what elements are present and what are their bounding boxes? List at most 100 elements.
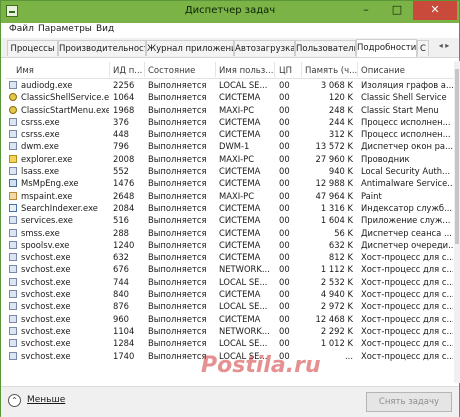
table-row[interactable]: ClassicShellService.exe 1064 Выполняется СИ…: [6, 91, 454, 103]
process-pid: 840: [113, 289, 129, 300]
column-divider[interactable]: [301, 62, 302, 77]
minimize-button[interactable]: –: [351, 1, 381, 20]
table-row[interactable]: svchost.exe 1284 Выполняется LOCAL SE... 00 1…: [6, 337, 454, 349]
process-memory: 3 068 K: [320, 80, 353, 90]
process-pid: 632: [113, 252, 129, 263]
process-user: СИСТЕМА: [219, 129, 261, 140]
process-pid: 288: [113, 227, 129, 238]
table-row[interactable]: svchost.exe 1104 Выполняется NETWORK... 00 2 …: [6, 325, 454, 337]
fewer-details-link[interactable]: Меньше: [27, 395, 65, 405]
process-status: Выполняется: [148, 239, 207, 250]
process-name: svchost.exe: [21, 252, 71, 263]
process-description: Хост-процесс для с...: [361, 264, 453, 275]
table-row[interactable]: lsass.exe 552 Выполняется СИСТЕМА 00 940 K Loc…: [6, 165, 454, 177]
menu-file[interactable]: Файл: [9, 24, 34, 34]
tab-performance[interactable]: Производительность: [58, 40, 146, 56]
process-rows: audiodg.exe 2256 Выполняется LOCAL SE... 00 3…: [6, 79, 454, 362]
titlebar[interactable]: Диспетчер задач – □ ✕: [1, 1, 459, 23]
column-header-description[interactable]: Описание: [361, 66, 451, 76]
process-name: svchost.exe: [21, 301, 71, 312]
process-user: LOCAL SE...: [219, 80, 268, 90]
tab-scroll-arrows[interactable]: ◂ ▸: [429, 41, 459, 55]
table-row[interactable]: spoolsv.exe 1240 Выполняется СИСТЕМА 00 632 K…: [6, 239, 454, 251]
process-memory: 1 604 K: [320, 215, 353, 226]
table-row[interactable]: dwm.exe 796 Выполняется DWM-1 00 13 572 K Дисп…: [6, 140, 454, 152]
process-cpu: 00: [279, 104, 290, 115]
table-row[interactable]: svchost.exe 632 Выполняется СИСТЕМА 00 812 K Х…: [6, 251, 454, 263]
vertical-scrollbar[interactable]: [454, 61, 460, 383]
task-manager-window: Диспетчер задач – □ ✕ Файл Параметры Вид…: [0, 0, 460, 417]
process-cpu: 00: [279, 129, 290, 140]
process-user: LOCAL SE...: [219, 338, 268, 349]
tab-strip: Процессы Производительность Журнал прило…: [1, 38, 459, 58]
process-cpu: 00: [279, 239, 290, 250]
generic-icon: [9, 167, 17, 176]
process-description: Хост-процесс для с...: [361, 252, 453, 263]
column-divider[interactable]: [144, 62, 145, 77]
process-name: svchost.exe: [21, 289, 71, 300]
table-row[interactable]: svchost.exe 744 Выполняется LOCAL SE... 00 2 …: [6, 276, 454, 288]
tab-services[interactable]: С: [417, 40, 429, 56]
fewer-details-icon[interactable]: ⌃: [8, 394, 21, 407]
process-user: LOCAL SE...: [219, 301, 268, 312]
column-divider[interactable]: [274, 62, 275, 77]
process-user: СИСТЕМА: [219, 252, 261, 263]
table-row[interactable]: SearchIndexer.exe 2084 Выполняется СИСТЕМА 0…: [6, 202, 454, 214]
process-description: Диспетчер очереди...: [361, 239, 453, 250]
column-header-user[interactable]: Имя польз...: [219, 66, 273, 76]
process-description: Хост-процесс для с...: [361, 313, 453, 324]
table-row[interactable]: MsMpEng.exe 1476 Выполняется СИСТЕМА 00 12 98…: [6, 177, 454, 189]
tab-startup[interactable]: Автозагрузка: [234, 40, 295, 56]
process-name: svchost.exe: [21, 338, 71, 349]
column-header-pid[interactable]: ИД п...: [113, 66, 143, 76]
table-row[interactable]: smss.exe 288 Выполняется СИСТЕМА 00 56 K Диспе…: [6, 227, 454, 239]
menu-view[interactable]: Вид: [96, 24, 114, 34]
process-description: Paint: [361, 190, 382, 201]
tab-processes[interactable]: Процессы: [7, 40, 58, 56]
tab-users[interactable]: Пользователи: [295, 40, 356, 56]
table-row[interactable]: svchost.exe 960 Выполняется СИСТЕМА 00 12 468…: [6, 313, 454, 325]
end-task-button[interactable]: Снять задачу: [366, 392, 452, 412]
process-status: Выполняется: [148, 104, 207, 115]
process-name: mspaint.exe: [21, 190, 73, 201]
column-header-cpu[interactable]: ЦП: [279, 66, 299, 76]
generic-icon: [9, 240, 17, 249]
close-button[interactable]: ✕: [413, 1, 457, 20]
column-header-name[interactable]: Имя: [16, 66, 106, 76]
tab-details[interactable]: Подробности: [356, 39, 417, 57]
process-name: svchost.exe: [21, 325, 71, 336]
table-row[interactable]: services.exe 516 Выполняется СИСТЕМА 00 1 604…: [6, 214, 454, 226]
table-row[interactable]: svchost.exe 876 Выполняется LOCAL SE... 00 2 …: [6, 300, 454, 312]
column-header-memory[interactable]: Память (ч...: [305, 66, 357, 76]
table-row[interactable]: explorer.exe 2008 Выполняется MAXI-PC 00 27 9…: [6, 153, 454, 165]
generic-icon: [9, 265, 17, 274]
generic-icon: [9, 339, 17, 348]
table-row[interactable]: audiodg.exe 2256 Выполняется LOCAL SE... 00 3…: [6, 79, 454, 91]
column-header-status[interactable]: Состояние: [148, 66, 214, 76]
maximize-button[interactable]: □: [382, 1, 412, 20]
search-icon: [9, 203, 17, 212]
column-divider[interactable]: [215, 62, 216, 77]
column-divider[interactable]: [357, 62, 358, 77]
table-row[interactable]: ClassicStartMenu.exe 1968 Выполняется MAXI-…: [6, 104, 454, 116]
process-name: svchost.exe: [21, 276, 71, 287]
table-row[interactable]: svchost.exe 676 Выполняется NETWORK... 00 1 1…: [6, 263, 454, 275]
table-row[interactable]: svchost.exe 840 Выполняется СИСТЕМА 00 4 940 …: [6, 288, 454, 300]
generic-icon: [9, 290, 17, 299]
process-status: Выполняется: [148, 141, 207, 152]
process-grid: Имя ИД п... Состояние Имя польз... ЦП Па…: [6, 61, 454, 383]
process-cpu: 00: [279, 338, 290, 349]
table-row[interactable]: csrss.exe 376 Выполняется СИСТЕМА 00 244 K Про…: [6, 116, 454, 128]
scrollbar-thumb[interactable]: [455, 69, 459, 244]
process-status: Выполняется: [148, 252, 207, 263]
table-row[interactable]: mspaint.exe 2648 Выполняется MAXI-PC 00 47 96…: [6, 190, 454, 202]
menu-options[interactable]: Параметры: [38, 24, 92, 34]
column-divider[interactable]: [109, 62, 110, 77]
process-cpu: 00: [279, 215, 290, 226]
process-description: Хост-процесс для с...: [361, 338, 453, 349]
process-description: Хост-процесс для с...: [361, 301, 453, 312]
table-row[interactable]: csrss.exe 448 Выполняется СИСТЕМА 00 312 K Про…: [6, 128, 454, 140]
process-memory: 13 572 K: [315, 141, 353, 152]
process-user: NETWORK...: [219, 264, 270, 275]
tab-app-history[interactable]: Журнал приложений: [146, 40, 234, 56]
